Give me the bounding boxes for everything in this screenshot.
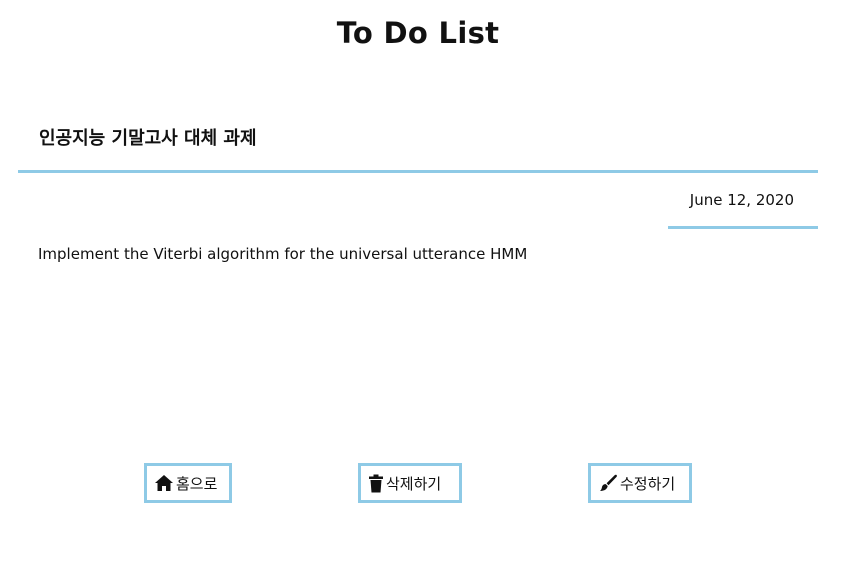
task-title: 인공지능 기말고사 대체 과제 bbox=[39, 128, 257, 149]
page-title: To Do List bbox=[336, 16, 500, 50]
home-button[interactable]: 홈으로 bbox=[144, 463, 232, 503]
home-icon bbox=[154, 474, 174, 492]
edit-button[interactable]: 수정하기 bbox=[588, 463, 692, 503]
home-button-label: 홈으로 bbox=[176, 474, 218, 493]
trash-icon bbox=[368, 474, 384, 493]
delete-button[interactable]: 삭제하기 bbox=[358, 463, 462, 503]
task-date: June 12, 2020 bbox=[689, 191, 794, 209]
task-content: Implement the Viterbi algorithm for the … bbox=[38, 245, 528, 263]
edit-button-label: 수정하기 bbox=[620, 474, 676, 493]
date-underline bbox=[668, 226, 818, 229]
title-divider bbox=[18, 170, 818, 173]
brush-icon bbox=[598, 474, 618, 492]
delete-button-label: 삭제하기 bbox=[386, 474, 442, 493]
